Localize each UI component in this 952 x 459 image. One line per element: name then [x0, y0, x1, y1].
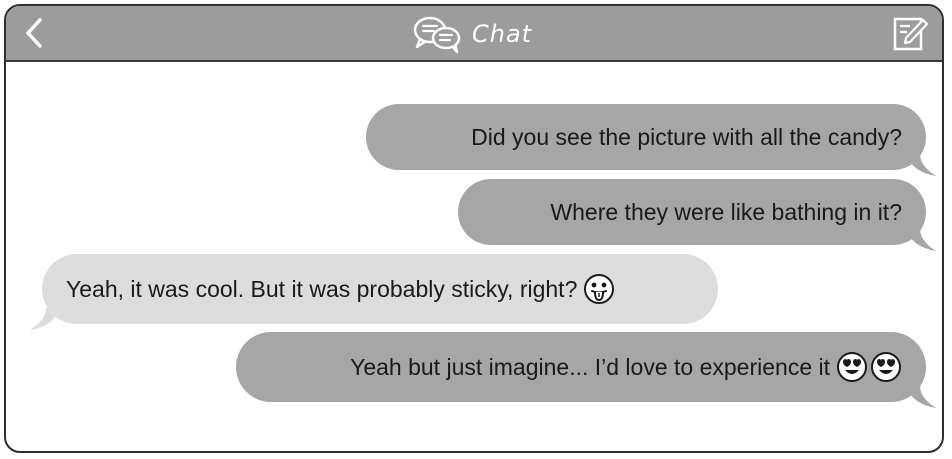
message-text: Where they were like bathing in it?: [550, 198, 902, 225]
tongue-out-emoji-icon: [584, 274, 615, 304]
outgoing-message-bubble: Where they were like bathing in it?: [458, 179, 936, 251]
chat-header: Chat: [6, 6, 942, 62]
bubble-tail: [906, 154, 936, 176]
chat-bubbles-icon: [413, 16, 461, 54]
message-text: Yeah but just imagine... I’d love to exp…: [350, 353, 830, 380]
heart-eyes-emoji-icon: [837, 352, 867, 382]
chat-window: Chat Did you see the picture with all th…: [4, 4, 944, 453]
bubble-tail: [906, 229, 936, 251]
outgoing-message-bubble: Yeah but just imagine... I’d love to exp…: [236, 332, 936, 408]
outgoing-message-bubble: Did you see the picture with all the can…: [366, 104, 936, 176]
header-title-group: Chat: [412, 14, 532, 54]
bubble-tail: [30, 308, 60, 330]
bubble-tail: [906, 386, 936, 408]
incoming-message-bubble: Yeah, it was cool. But it was probably s…: [30, 254, 718, 330]
compose-icon: [893, 17, 929, 51]
chevron-left-icon: [26, 18, 42, 48]
compose-button[interactable]: [892, 14, 929, 52]
page-title: Chat: [472, 20, 533, 48]
back-button[interactable]: [20, 16, 50, 50]
heart-eyes-emoji-icon: [871, 352, 901, 382]
message-text: Yeah, it was cool. But it was probably s…: [66, 275, 578, 302]
message-text: Did you see the picture with all the can…: [471, 123, 902, 150]
